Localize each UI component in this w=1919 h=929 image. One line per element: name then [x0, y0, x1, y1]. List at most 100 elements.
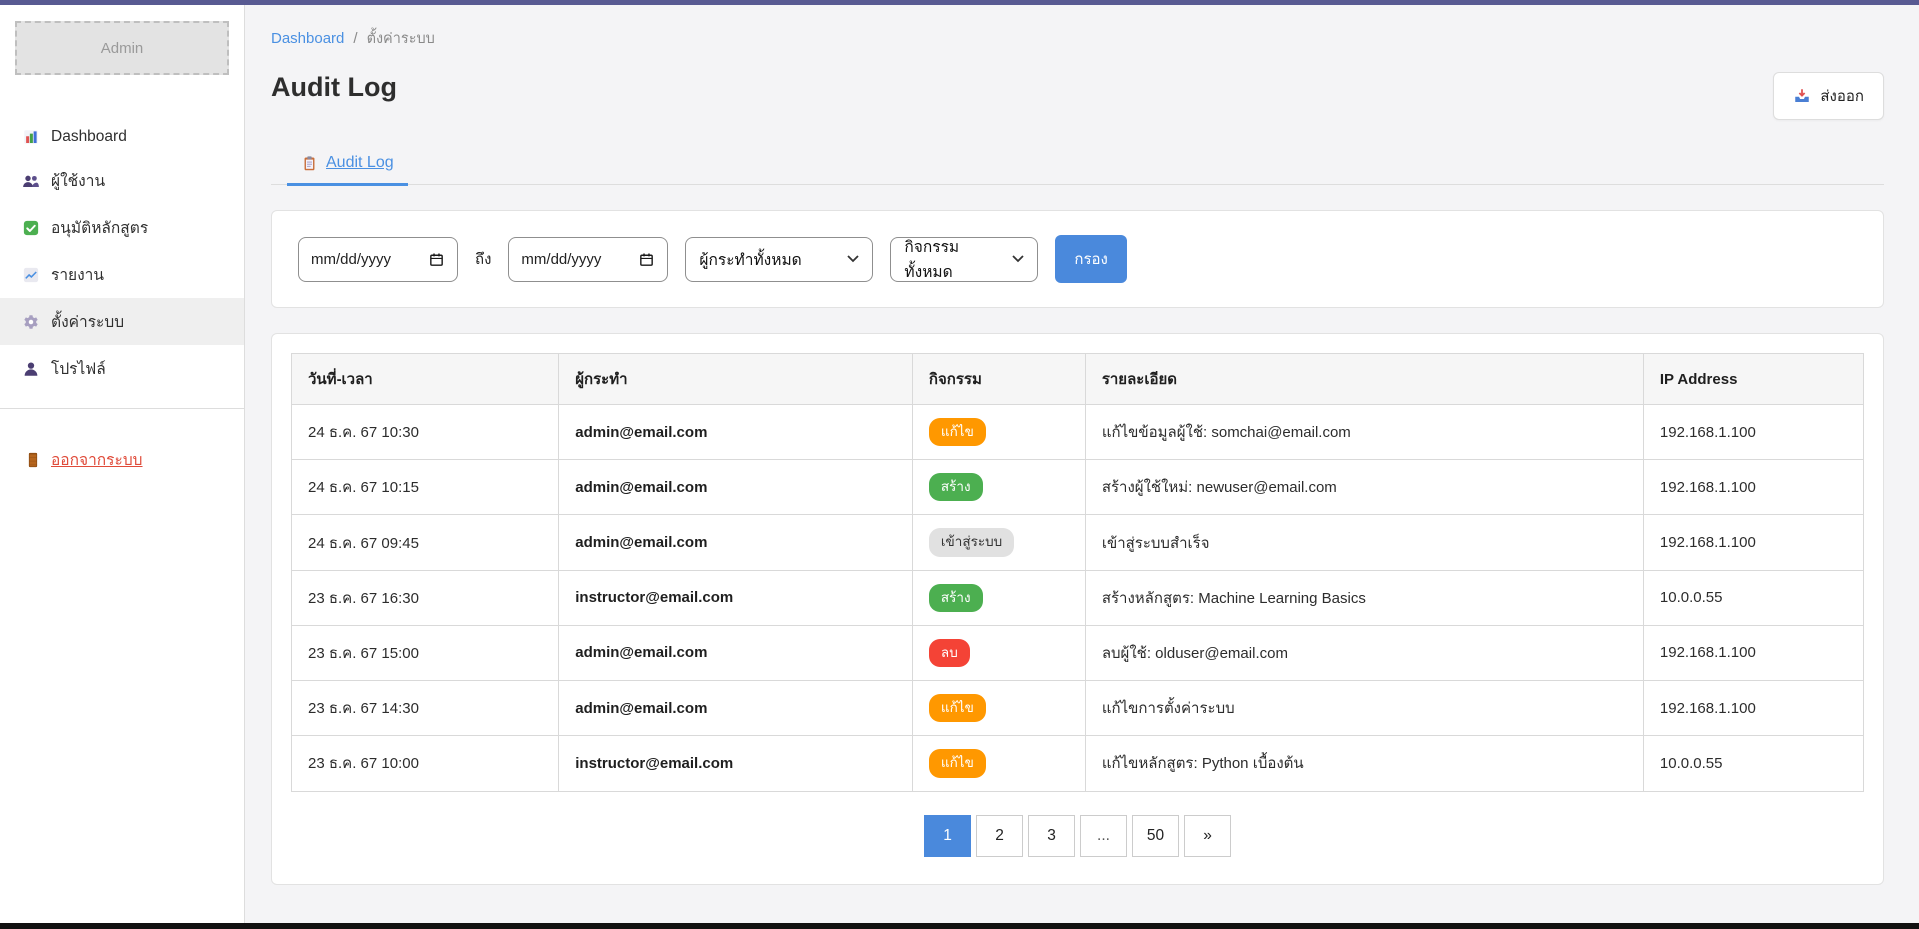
action-badge-create: สร้าง — [929, 584, 983, 612]
filter-button[interactable]: กรอง — [1055, 235, 1126, 283]
cell-details: ลบผู้ใช้: olduser@email.com — [1085, 625, 1643, 680]
admin-logo-placeholder: Admin — [15, 21, 229, 75]
chevron-down-icon — [1012, 255, 1024, 263]
page-title: Audit Log — [271, 72, 397, 103]
sidebar-item-label: ตั้งค่าระบบ — [51, 309, 124, 334]
column-header: วันที่-เวลา — [292, 354, 559, 405]
export-button[interactable]: ส่งออก — [1773, 72, 1884, 120]
cell-action: แก้ไข — [912, 681, 1085, 736]
cell-datetime: 23 ธ.ค. 67 15:00 — [292, 625, 559, 680]
cell-action: ลบ — [912, 625, 1085, 680]
page-button-2[interactable]: 2 — [976, 815, 1023, 857]
cell-action: สร้าง — [912, 460, 1085, 515]
cell-ip: 192.168.1.100 — [1643, 515, 1863, 570]
cell-ip: 192.168.1.100 — [1643, 460, 1863, 515]
door-icon — [24, 451, 42, 469]
sidebar-item-label: อนุมัติหลักสูตร — [51, 215, 148, 240]
page-button-50[interactable]: 50 — [1132, 815, 1179, 857]
cell-details: สร้างหลักสูตร: Machine Learning Basics — [1085, 570, 1643, 625]
chevron-down-icon — [847, 255, 859, 263]
cell-actor: admin@email.com — [559, 460, 913, 515]
sidebar-item-approve-courses[interactable]: อนุมัติหลักสูตร — [0, 204, 244, 251]
table-row: 23 ธ.ค. 67 10:00instructor@email.comแก้ไ… — [292, 736, 1864, 791]
sidebar-item-reports[interactable]: รายงาน — [0, 251, 244, 298]
cell-ip: 192.168.1.100 — [1643, 625, 1863, 680]
breadcrumb-dashboard-link[interactable]: Dashboard — [271, 30, 344, 47]
column-header: IP Address — [1643, 354, 1863, 405]
activity-select-value: กิจกรรมทั้งหมด — [904, 234, 1000, 284]
column-header: รายละเอียด — [1085, 354, 1643, 405]
date-to-input[interactable]: mm/dd/yyyy — [508, 237, 668, 282]
sidebar-item-label: รายงาน — [51, 262, 104, 287]
tab-bar: Audit Log — [271, 154, 1884, 185]
table-row: 24 ธ.ค. 67 10:15admin@email.com สร้าง สร้า… — [292, 460, 1864, 515]
cell-ip: 10.0.0.55 — [1643, 736, 1863, 791]
sidebar-item-profile[interactable]: โปรไฟล์ — [0, 345, 244, 392]
cell-actor: admin@email.com — [559, 515, 913, 570]
pagination: 123...50» — [291, 815, 1864, 857]
action-badge-edit: แก้ไข — [929, 749, 986, 777]
page-ellipsis: ... — [1080, 815, 1127, 857]
cell-action: เข้าสู่ระบบ — [912, 515, 1085, 570]
breadcrumb: Dashboard / ตั้งค่าระบบ — [271, 27, 1884, 50]
check-icon — [22, 219, 40, 237]
actor-select-value: ผู้กระทำทั้งหมด — [699, 247, 801, 272]
audit-table: วันที่-เวลาผู้กระทำกิจกรรมรายละเอียดIP A… — [291, 353, 1864, 792]
sidebar-menu: Dashboard ผู้ใช้งานอนุมัติหลักสูตรรายงานต… — [0, 117, 244, 392]
cell-datetime: 23 ธ.ค. 67 14:30 — [292, 681, 559, 736]
cell-actor: admin@email.com — [559, 625, 913, 680]
bar-chart-icon — [22, 128, 40, 146]
cell-actor: admin@email.com — [559, 681, 913, 736]
tab-audit-log-label: Audit Log — [326, 154, 394, 172]
sidebar-item-label: Dashboard — [51, 128, 127, 146]
admin-logo-text: Admin — [101, 40, 144, 57]
page-button-1[interactable]: 1 — [924, 815, 971, 857]
cell-ip: 192.168.1.100 — [1643, 405, 1863, 460]
main-content: Dashboard / ตั้งค่าระบบ Audit Log ส่งออก — [245, 5, 1919, 923]
page-button-3[interactable]: 3 — [1028, 815, 1075, 857]
page-header: Audit Log ส่งออก — [271, 72, 1884, 120]
table-header-row: วันที่-เวลาผู้กระทำกิจกรรมรายละเอียดIP A… — [292, 354, 1864, 405]
date-from-input[interactable]: mm/dd/yyyy — [298, 237, 458, 282]
table-row: 23 ธ.ค. 67 14:30admin@email.comแก้ไขแก้ไ… — [292, 681, 1864, 736]
cell-details: แก้ไขข้อมูลผู้ใช้: somchai@email.com — [1085, 405, 1643, 460]
gear-icon — [22, 313, 40, 331]
page-next-button[interactable]: » — [1184, 815, 1231, 857]
cell-action: แก้ไข — [912, 736, 1085, 791]
table-row: 24 ธ.ค. 67 09:45admin@email.comเข้าสู่ระ… — [292, 515, 1864, 570]
cell-actor: instructor@email.com — [559, 570, 913, 625]
clipboard-icon — [301, 155, 318, 172]
cell-details: สร้างผู้ใช้ใหม่: newuser@email.com — [1085, 460, 1643, 515]
action-badge-create: สร้าง — [929, 473, 983, 501]
app-window: Admin Dashboard ผู้ใช้งานอนุมัติหลักสูตรร… — [0, 0, 1919, 929]
action-badge-delete: ลบ — [929, 639, 970, 667]
export-icon — [1793, 87, 1811, 105]
table-row: 23 ธ.ค. 67 16:30instructor@email.comสร้า… — [292, 570, 1864, 625]
export-button-label: ส่งออก — [1820, 84, 1864, 108]
activity-select[interactable]: กิจกรรมทั้งหมด — [890, 237, 1038, 282]
cell-actor: instructor@email.com — [559, 736, 913, 791]
sidebar-item-users[interactable]: ผู้ใช้งาน — [0, 157, 244, 204]
calendar-icon[interactable] — [638, 251, 655, 268]
cell-actor: admin@email.com — [559, 405, 913, 460]
action-badge-edit: แก้ไข — [929, 694, 986, 722]
tab-audit-log[interactable]: Audit Log — [287, 154, 408, 186]
calendar-icon[interactable] — [428, 251, 445, 268]
date-to-placeholder: mm/dd/yyyy — [521, 251, 601, 268]
cell-datetime: 24 ธ.ค. 67 09:45 — [292, 515, 559, 570]
sidebar-item-label: ผู้ใช้งาน — [51, 168, 105, 193]
sidebar-item-dashboard[interactable]: Dashboard — [0, 117, 244, 157]
cell-ip: 10.0.0.55 — [1643, 570, 1863, 625]
sidebar-item-settings[interactable]: ตั้งค่าระบบ — [0, 298, 244, 345]
column-header: ผู้กระทำ — [559, 354, 913, 405]
logout-link[interactable]: ออกจากระบบ — [24, 447, 143, 472]
cell-action: สร้าง — [912, 570, 1085, 625]
cell-action: แก้ไข — [912, 405, 1085, 460]
column-header: กิจกรรม — [912, 354, 1085, 405]
actor-select[interactable]: ผู้กระทำทั้งหมด — [685, 237, 873, 282]
to-label: ถึง — [475, 247, 491, 271]
cell-datetime: 24 ธ.ค. 67 10:15 — [292, 460, 559, 515]
breadcrumb-separator: / — [353, 30, 357, 47]
audit-table-card: วันที่-เวลาผู้กระทำกิจกรรมรายละเอียดIP A… — [271, 333, 1884, 885]
line-chart-icon — [22, 266, 40, 284]
